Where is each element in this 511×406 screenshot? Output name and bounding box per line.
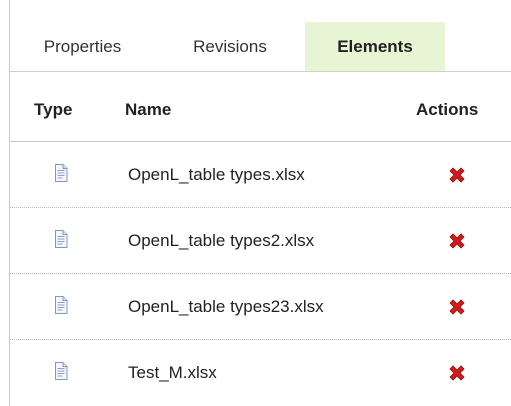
file-name[interactable]: OpenL_table types23.xlsx — [128, 297, 324, 317]
table-row: OpenL_table types2.xlsx — [10, 208, 511, 274]
delete-icon[interactable] — [446, 296, 468, 318]
tab-properties[interactable]: Properties — [10, 22, 155, 71]
table-header: Type Name Actions — [10, 72, 511, 142]
column-header-actions: Actions — [416, 100, 479, 119]
document-icon — [55, 164, 68, 182]
file-name[interactable]: Test_M.xlsx — [128, 363, 217, 383]
delete-icon[interactable] — [446, 230, 468, 252]
file-name[interactable]: OpenL_table types2.xlsx — [128, 231, 314, 251]
document-icon — [55, 362, 68, 380]
file-name[interactable]: OpenL_table types.xlsx — [128, 165, 305, 185]
delete-icon[interactable] — [446, 164, 468, 186]
column-header-name: Name — [125, 100, 172, 119]
document-icon — [55, 230, 68, 248]
table-row: OpenL_table types23.xlsx — [10, 274, 511, 340]
delete-icon[interactable] — [446, 362, 468, 384]
column-header-type: Type — [34, 100, 73, 119]
table-row: OpenL_table types.xlsx — [10, 142, 511, 208]
tab-bar: Properties Revisions Elements — [10, 22, 511, 72]
document-icon — [55, 296, 68, 314]
tab-elements[interactable]: Elements — [305, 22, 445, 71]
table-row: Test_M.xlsx — [10, 340, 511, 406]
tab-revisions[interactable]: Revisions — [155, 22, 305, 71]
